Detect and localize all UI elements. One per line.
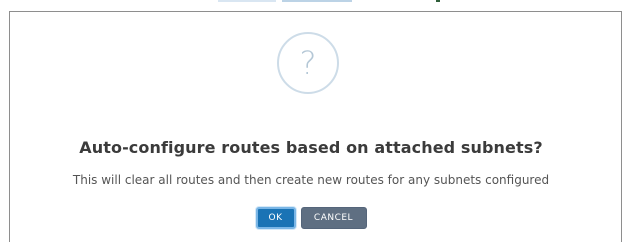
screen: ? Auto-configure routes based on attache… [0,0,622,242]
background-page-strip [0,0,622,11]
background-fragment [218,0,276,2]
background-fragment [436,0,440,2]
background-fragment [282,0,352,2]
dialog-title: Auto-configure routes based on attached … [79,138,543,157]
question-mark-glyph: ? [299,44,317,82]
cancel-button[interactable]: CANCEL [300,207,367,229]
ok-button[interactable]: OK [255,207,296,229]
dialog-buttons: OK CANCEL [0,207,622,229]
dialog-message: This will clear all routes and then crea… [72,173,550,187]
question-mark-icon: ? [277,32,339,94]
